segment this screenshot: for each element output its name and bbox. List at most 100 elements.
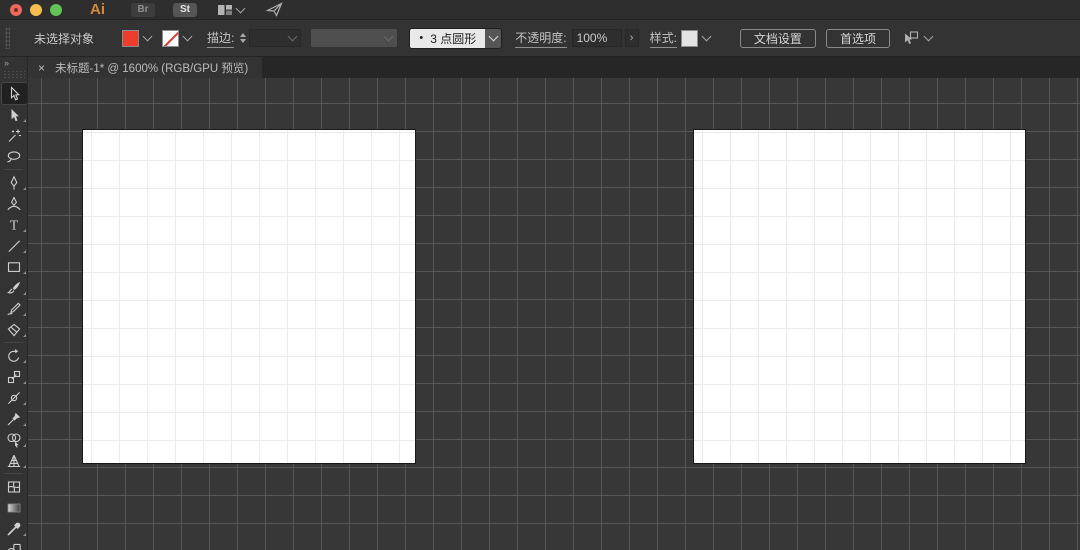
type-tool[interactable]: T (0, 214, 27, 235)
tool-divider (4, 473, 23, 474)
perspective-grid-icon (7, 454, 21, 467)
document-tab-bar: × 未标题-1* @ 1600% (RGB/GPU 预览) (28, 57, 1080, 78)
shape-builder-tool[interactable] (0, 429, 27, 450)
artboard-2[interactable] (694, 130, 1025, 463)
pen-tool[interactable] (0, 172, 27, 193)
minimize-window-button[interactable] (30, 3, 42, 16)
fill-color-swatch[interactable] (122, 29, 140, 47)
paintbrush-icon (6, 281, 20, 293)
blend-icon (7, 543, 21, 550)
illustrator-logo: Ai (90, 1, 105, 18)
mesh-icon (7, 480, 21, 493)
flyout-indicator (23, 229, 26, 232)
width-tool[interactable] (0, 387, 27, 408)
gradient-tool[interactable] (0, 497, 27, 518)
document-tab-title: 未标题-1* @ 1600% (RGB/GPU 预览) (55, 62, 249, 75)
graphic-style-swatch[interactable] (680, 29, 698, 47)
close-window-button[interactable] (10, 3, 22, 16)
eraser-icon (7, 323, 21, 336)
close-tab-icon[interactable]: × (38, 62, 45, 74)
flyout-indicator (23, 292, 26, 295)
opacity-field-wrap (571, 29, 622, 47)
mesh-tool[interactable] (0, 476, 27, 497)
document-setup-button[interactable]: 文档设置 (739, 28, 816, 48)
document-tab[interactable]: × 未标题-1* @ 1600% (RGB/GPU 预览) (28, 57, 263, 78)
brush-dot-icon: • (419, 32, 424, 44)
chevron-down-icon[interactable] (142, 31, 153, 42)
scale-tool[interactable] (0, 366, 27, 387)
bridge-button[interactable]: Br (131, 2, 155, 17)
opacity-options-arrow[interactable]: › (624, 29, 639, 47)
eyedropper-icon (7, 522, 21, 536)
flyout-indicator (23, 465, 26, 468)
workspace-switcher[interactable] (217, 3, 246, 17)
title-bar: Ai Br St (0, 0, 1080, 20)
selection-status-label: 未选择对象 (34, 31, 95, 46)
chevron-down-icon (488, 31, 499, 42)
scale-icon (7, 370, 21, 383)
expand-tools-panel-button[interactable]: » (0, 57, 27, 68)
canvas[interactable] (28, 78, 1080, 550)
flyout-indicator (23, 423, 26, 426)
share-button[interactable] (266, 2, 283, 17)
opacity-panel-link[interactable]: 不透明度: (515, 29, 567, 48)
type-icon: T (10, 217, 19, 232)
stroke-none-swatch[interactable] (162, 29, 180, 47)
magic-wand-tool[interactable] (0, 125, 27, 146)
workspace-switcher-icon (218, 4, 232, 15)
chevron-down-icon[interactable] (701, 31, 712, 42)
tools-panel-grip[interactable] (2, 70, 25, 78)
eyedropper-tool[interactable] (0, 518, 27, 539)
lasso-tool[interactable] (0, 146, 27, 167)
chevron-down-icon[interactable] (182, 31, 193, 42)
chevron-down-icon (383, 31, 394, 42)
perspective-grid-tool[interactable] (0, 450, 27, 471)
selection-icon (10, 85, 21, 101)
stroke-color-control[interactable] (162, 29, 193, 47)
stroke-weight-stepper[interactable] (240, 33, 247, 43)
rotate-tool[interactable] (0, 345, 27, 366)
selection-tool[interactable] (0, 82, 27, 105)
stroke-panel-link[interactable]: 描边: (207, 29, 235, 48)
stock-button[interactable]: St (173, 2, 197, 17)
blend-tool[interactable] (0, 539, 27, 550)
rectangle-icon (7, 261, 21, 272)
brush-preview[interactable]: • 3 点圆形 (410, 28, 486, 48)
curvature-icon (7, 195, 21, 210)
zoom-window-button[interactable] (50, 3, 62, 16)
shape-builder-icon (7, 432, 21, 448)
select-similar-icon (904, 31, 919, 44)
gradient-icon (7, 503, 21, 512)
puppet-warp-tool[interactable] (0, 408, 27, 429)
rectangle-tool[interactable] (0, 256, 27, 277)
chevron-down-icon[interactable] (923, 31, 934, 42)
style-panel-link[interactable]: 样式: (649, 29, 677, 48)
line-segment-icon (8, 239, 20, 252)
line-segment-tool[interactable] (0, 235, 27, 256)
chevron-down-icon[interactable] (287, 31, 298, 42)
flyout-indicator (23, 119, 26, 122)
select-similar-control[interactable] (902, 30, 934, 46)
shaper-tool[interactable] (0, 298, 27, 319)
direct-selection-tool[interactable] (0, 104, 27, 125)
opacity-input[interactable] (576, 31, 617, 45)
flyout-indicator (23, 187, 26, 190)
tool-divider (4, 342, 23, 343)
fill-color-control[interactable] (122, 29, 153, 47)
preferences-button[interactable]: 首选项 (825, 28, 890, 48)
brush-definition-dropdown[interactable]: • 3 点圆形 (409, 27, 503, 49)
traffic-lights (10, 3, 62, 16)
eraser-tool[interactable] (0, 319, 27, 340)
variable-width-profile-dropdown[interactable] (311, 29, 398, 47)
flyout-indicator (23, 402, 26, 405)
control-bar-grip[interactable] (5, 27, 10, 49)
width-icon (8, 391, 20, 404)
paintbrush-tool[interactable] (0, 277, 27, 298)
stroke-weight-field[interactable] (249, 29, 302, 47)
brush-dropdown-button[interactable] (485, 28, 502, 48)
curvature-tool[interactable] (0, 193, 27, 214)
illustrator-window: Ai Br St 未选择对象 描边: • 3 点圆形 不透明度: 100% › … (0, 0, 1080, 550)
direct-selection-icon (11, 108, 19, 121)
artboard-1[interactable] (83, 130, 415, 463)
shaper-icon (7, 302, 21, 315)
